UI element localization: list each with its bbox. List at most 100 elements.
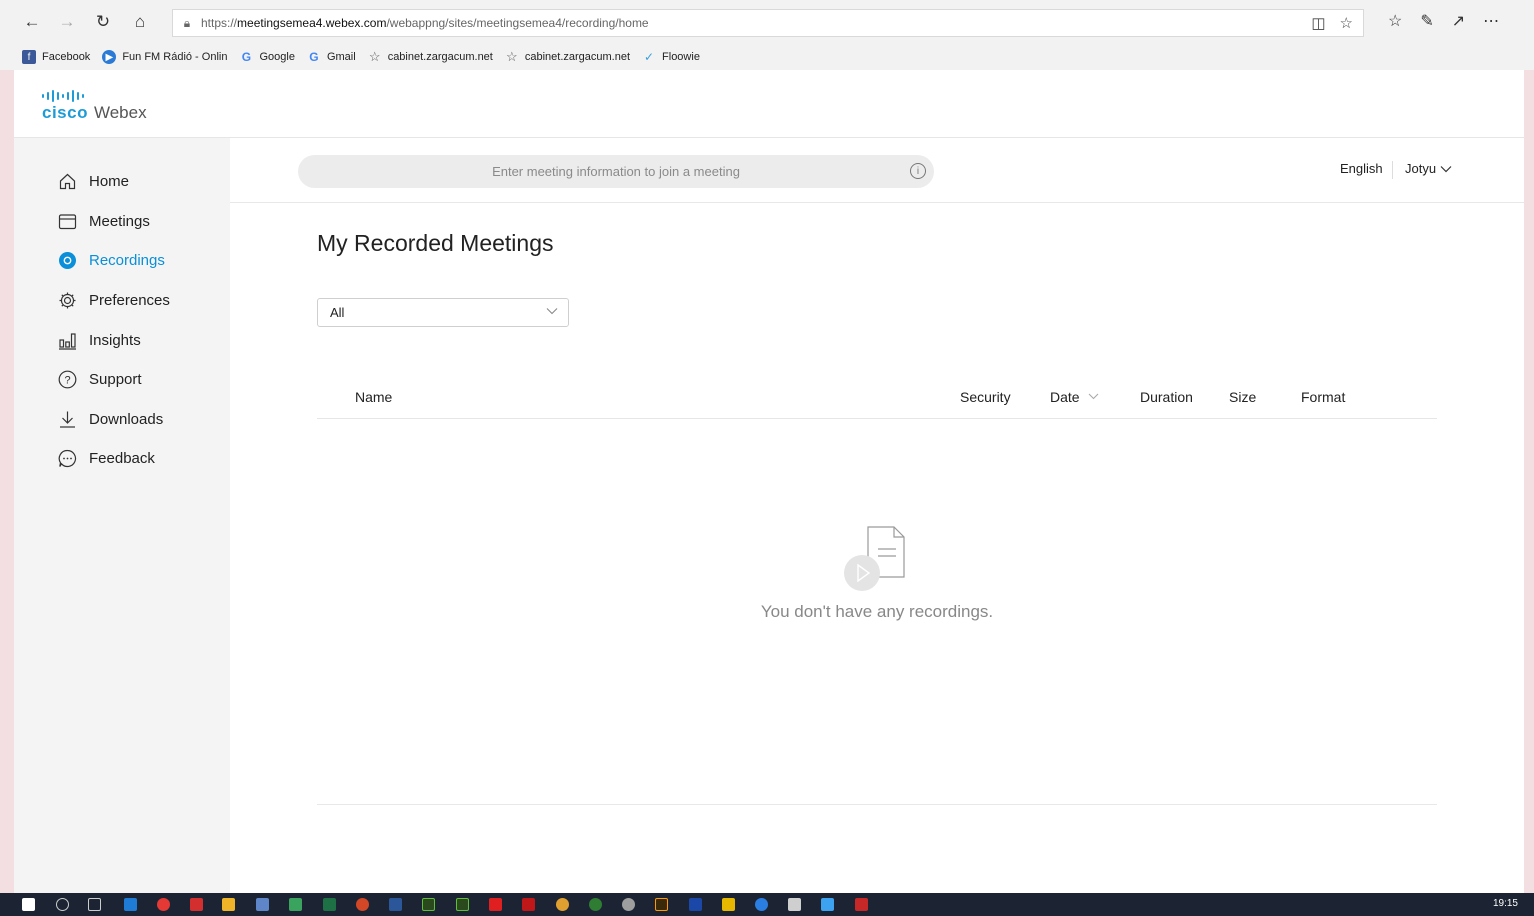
sidebar-item-feedback[interactable]: Feedback: [58, 446, 155, 470]
sort-chevron-icon: [1088, 392, 1099, 403]
app-icon[interactable]: [855, 898, 868, 911]
column-header-format[interactable]: Format: [1301, 389, 1345, 405]
sidebar-item-recordings[interactable]: Recordings: [58, 248, 165, 272]
sidebar-item-preferences[interactable]: Preferences: [58, 288, 170, 312]
sidebar-item-label: Preferences: [89, 291, 170, 309]
sidebar-item-meetings[interactable]: Meetings: [58, 209, 150, 233]
favorite-floowie[interactable]: ✓ Floowie: [642, 50, 700, 64]
insights-icon: [58, 331, 77, 350]
favorites-list-icon[interactable]: ☆: [1388, 11, 1402, 31]
dreamweaver-icon[interactable]: [422, 898, 435, 911]
sidebar-item-home[interactable]: Home: [58, 169, 129, 193]
edge-icon[interactable]: [124, 898, 137, 911]
recordings-filter-select[interactable]: All: [317, 298, 569, 327]
favorite-cabinet-1[interactable]: ☆ cabinet.zargacum.net: [368, 49, 493, 64]
page-title: My Recorded Meetings: [317, 230, 554, 256]
recording-icon: [58, 251, 77, 270]
reading-view-icon[interactable]: ◫: [1311, 14, 1325, 32]
app-icon[interactable]: [755, 898, 768, 911]
illustrator-icon[interactable]: [655, 898, 668, 911]
excel-icon[interactable]: [323, 898, 336, 911]
home-browser-icon[interactable]: ⌂: [129, 11, 151, 33]
sidebar-item-label: Support: [89, 370, 142, 388]
app-icon[interactable]: [722, 898, 735, 911]
favorite-cabinet-2[interactable]: ☆ cabinet.zargacum.net: [505, 49, 630, 64]
app-icon[interactable]: [622, 898, 635, 911]
chat-icon: [58, 449, 77, 468]
column-header-duration[interactable]: Duration: [1140, 389, 1193, 405]
taskbar-clock[interactable]: 19:15: [1493, 898, 1518, 909]
favorite-facebook[interactable]: f Facebook: [22, 50, 90, 64]
header-divider: [1392, 161, 1393, 179]
favorite-label: Fun FM Rádió - Onlin: [122, 51, 228, 63]
user-name: Jotyu: [1405, 161, 1437, 176]
vivaldi-icon[interactable]: [190, 898, 203, 911]
facebook-icon: f: [22, 50, 36, 64]
favorite-google[interactable]: G Google: [239, 50, 295, 64]
app-icon[interactable]: [289, 898, 302, 911]
star-icon: ☆: [368, 49, 381, 64]
acrobat-icon[interactable]: [489, 898, 502, 911]
word-icon[interactable]: [389, 898, 402, 911]
acrobat-icon[interactable]: [522, 898, 535, 911]
column-header-size[interactable]: Size: [1229, 389, 1256, 405]
table-header-divider: [317, 418, 1437, 419]
lock-icon: 🔒︎: [183, 15, 191, 30]
search-icon[interactable]: [56, 898, 69, 911]
app-icon[interactable]: [589, 898, 602, 911]
app-icon[interactable]: [556, 898, 569, 911]
favorite-label: Facebook: [42, 51, 91, 63]
dreamweaver-icon[interactable]: [456, 898, 469, 911]
cisco-bars-icon: [42, 90, 147, 102]
user-menu[interactable]: Jotyu: [1405, 161, 1452, 176]
pen-icon[interactable]: ✎: [1420, 11, 1433, 31]
favorite-label: Google: [259, 51, 295, 63]
join-meeting-placeholder: Enter meeting information to join a meet…: [492, 164, 740, 179]
sidebar-item-label: Recordings: [89, 251, 165, 269]
sidebar-item-downloads[interactable]: Downloads: [58, 407, 163, 431]
favorite-gmail[interactable]: G Gmail: [307, 50, 355, 64]
favorite-funfm[interactable]: ▶ Fun FM Rádió - Onlin: [102, 50, 227, 64]
brand-cisco: cisco: [42, 103, 88, 122]
sidebar-item-label: Downloads: [89, 410, 164, 428]
speaker-icon[interactable]: [788, 898, 801, 911]
column-header-name[interactable]: Name: [355, 389, 392, 405]
sidebar-item-insights[interactable]: Insights: [58, 328, 141, 352]
powerpoint-icon[interactable]: [356, 898, 369, 911]
column-header-date-label: Date: [1050, 389, 1080, 405]
more-icon[interactable]: ⋯: [1483, 11, 1499, 31]
sidebar-item-support[interactable]: ? Support: [58, 367, 142, 391]
empty-recordings-icon: [842, 523, 912, 593]
column-header-security[interactable]: Security: [960, 389, 1011, 405]
sidebar-item-label: Meetings: [89, 212, 150, 230]
webex-page: cisco Webex Home Meetings Recordings Pre…: [14, 70, 1524, 893]
sidebar-item-label: Insights: [89, 331, 141, 349]
download-icon: [58, 410, 77, 429]
refresh-icon[interactable]: ↻: [92, 11, 114, 33]
app-icon[interactable]: [256, 898, 269, 911]
info-icon[interactable]: i: [910, 163, 926, 179]
windows-start-icon[interactable]: [22, 898, 35, 911]
play-circle-icon: ▶: [102, 50, 117, 64]
brand-webex: Webex: [93, 103, 147, 122]
favorites-bar: f Facebook ▶ Fun FM Rádió - Onlin G Goog…: [0, 44, 1534, 70]
join-meeting-input[interactable]: Enter meeting information to join a meet…: [298, 155, 934, 188]
cisco-webex-logo[interactable]: cisco Webex: [42, 90, 147, 123]
share-icon[interactable]: ↗: [1452, 11, 1465, 31]
opera-icon[interactable]: [157, 898, 170, 911]
task-view-icon[interactable]: [88, 898, 101, 911]
sidebar-item-label: Feedback: [89, 449, 155, 467]
app-icon[interactable]: [821, 898, 834, 911]
favorite-star-icon[interactable]: ☆: [1340, 14, 1353, 32]
chevron-down-icon: [546, 306, 558, 318]
main-content: Enter meeting information to join a meet…: [230, 138, 1524, 893]
file-explorer-icon[interactable]: [222, 898, 235, 911]
column-header-date[interactable]: Date: [1050, 389, 1099, 405]
address-bar[interactable]: 🔒︎ https://meetingsemea4.webex.com/webap…: [172, 9, 1364, 37]
language-selector[interactable]: English: [1340, 161, 1383, 176]
google-icon: G: [309, 50, 319, 64]
back-icon[interactable]: ←: [21, 11, 43, 33]
visio-icon[interactable]: [689, 898, 702, 911]
forward-icon[interactable]: →: [56, 11, 78, 33]
gear-icon: [58, 291, 77, 310]
